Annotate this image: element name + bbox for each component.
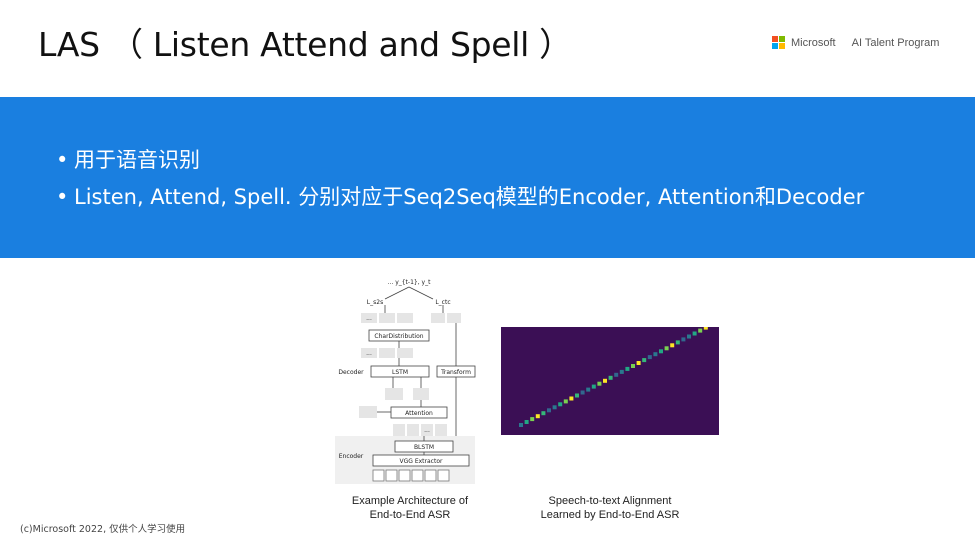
brand-company: Microsoft [791,36,836,49]
alignment-cell [558,402,563,407]
loss-ctc-label: L_ctc [435,299,450,306]
caption-line: Speech-to-text Alignment [548,495,672,507]
alignment-cell [664,346,669,351]
bullet-band: • 用于语音识别 • Listen, Attend, Spell. 分别对应于Seq… [0,97,975,258]
alignment-cell [575,393,579,398]
figure-left-caption: Example Architecture of End-to-End ASR [340,494,480,522]
slide-title: LAS （ Listen Attend and Spell ） [38,25,572,64]
alignment-cell [541,411,546,416]
microsoft-logo-icon [772,36,785,49]
copyright-footer: (c)Microsoft 2022, 仅供个人学习使用 [20,524,186,535]
alignment-cell [659,349,663,354]
alignment-cell [614,372,619,377]
alignment-cell [591,384,596,389]
alignment-cell [519,423,523,427]
lstm-label: LSTM [392,369,408,376]
bullet-text: Listen, Attend, Spell. 分别对应于Seq2Seq模型的En… [74,185,865,209]
alignment-cell [692,331,697,336]
bullet-list: • 用于语音识别 • Listen, Attend, Spell. 分别对应于Seq… [56,142,864,216]
alignment-cell [597,381,602,386]
alignment-cell [681,337,686,342]
alignment-cell [603,378,607,383]
alignment-cell [586,387,591,392]
alignment-cell [569,396,574,401]
alignment-cell [530,417,535,422]
alignment-cell [608,375,613,380]
decoder-label: Decoder [338,369,364,376]
figure-right-caption: Speech-to-text Alignment Learned by End-… [530,494,690,522]
top-output-label: ... y_{t-1}, y_t [388,279,432,286]
alignment-cell [647,355,652,360]
alignment-cell [524,420,529,424]
ellipsis-label: ... [366,315,372,322]
bullet-item: • Listen, Attend, Spell. 分别对应于Seq2Seq模型的E… [56,185,865,209]
caption-line: End-to-End ASR [369,509,451,521]
transform-label: Transform [440,369,471,376]
alignment-cell [580,390,585,395]
encoder-label: Encoder [339,453,364,460]
alignment-cell [625,366,630,371]
alignment-cell [642,358,647,363]
brand-header: Microsoft AI Talent Program [772,36,939,49]
alignment-cell [675,340,680,345]
brand-program: AI Talent Program [851,36,940,49]
alignment-cell [653,352,658,357]
alignment-cell [547,408,551,413]
alignment-cell [563,399,568,404]
alignment-heatmap [501,327,719,435]
caption-line: Learned by End-to-End ASR [540,509,680,521]
char-distribution-label: CharDistribution [374,333,423,340]
alignment-cell [631,364,635,368]
attention-label: Attention [405,410,433,417]
blstm-label: BLSTM [414,444,434,451]
bullet-item: • 用于语音识别 [56,148,200,172]
vgg-label: VGG Extractor [400,458,443,465]
alignment-cell [619,369,624,374]
alignment-cell [687,334,691,339]
caption-line: Example Architecture of [351,495,469,507]
alignment-cell [670,343,675,348]
alignment-cell [552,405,557,410]
ellipsis-label: ... [424,427,430,434]
bullet-text: 用于语音识别 [74,148,200,172]
loss-s2s-label: L_s2s [367,299,383,306]
alignment-cell [698,328,703,333]
architecture-diagram: ... y_{t-1}, y_t L_s2s L_ctc CharDistrib… [335,279,476,484]
alignment-cell [703,327,708,330]
alignment-cell [636,361,641,365]
alignment-cell [535,414,540,419]
ellipsis-label: ... [366,350,372,357]
